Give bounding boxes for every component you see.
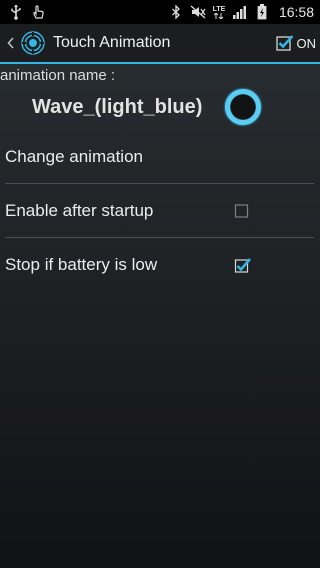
pref-enable-after-startup[interactable]: Enable after startup <box>5 184 314 238</box>
app-title: Touch Animation <box>53 34 171 51</box>
lte-icon: LTE <box>212 4 226 20</box>
battery-icon <box>254 4 270 20</box>
status-bar-right: LTE 16:58 <box>168 4 314 20</box>
usb-icon <box>8 4 24 20</box>
stop-if-battery-low-checkbox[interactable] <box>234 257 251 273</box>
pref-stop-if-battery-low[interactable]: Stop if battery is low <box>5 238 314 292</box>
master-toggle-checkbox[interactable] <box>275 34 294 52</box>
animation-name-label: animation name : <box>0 67 116 84</box>
pref-stop-if-battery-low-label: Stop if battery is low <box>5 255 158 274</box>
enable-after-startup-checkbox[interactable] <box>234 203 250 219</box>
pref-change-animation-label: Change animation <box>5 147 143 166</box>
status-bar: LTE 16:58 <box>0 0 320 24</box>
pref-enable-after-startup-label: Enable after startup <box>5 201 154 220</box>
master-toggle[interactable]: ON <box>275 34 317 52</box>
pref-change-animation[interactable]: Change animation <box>5 130 314 184</box>
touch-icon <box>30 4 46 20</box>
mute-icon <box>190 4 206 20</box>
animation-name-value: Wave_(light_blue) <box>32 96 203 118</box>
app-logo-icon[interactable] <box>21 31 45 55</box>
master-toggle-label: ON <box>296 35 317 51</box>
action-bar: Touch Animation ON <box>0 24 320 64</box>
animation-preview-ring <box>222 86 264 128</box>
clock: 16:58 <box>278 4 314 20</box>
bluetooth-icon <box>168 4 184 20</box>
signal-icon <box>232 4 248 20</box>
back-chevron-icon[interactable] <box>3 37 17 49</box>
status-bar-left <box>8 4 46 20</box>
